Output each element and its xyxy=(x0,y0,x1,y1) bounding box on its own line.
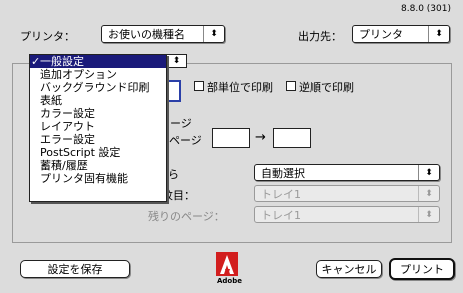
paper-source-label: ら xyxy=(168,168,179,181)
adobe-logo-text: Adobe xyxy=(217,277,242,285)
destination-popup[interactable]: プリンタ ⬍ xyxy=(352,25,450,43)
panel-popup-arrow[interactable]: ⬍ xyxy=(167,54,187,68)
cancel-button[interactable]: キャンセル xyxy=(316,260,382,278)
printer-popup[interactable]: お使いの機種名 ⬍ xyxy=(101,25,225,43)
menu-item-label: カラー設定 xyxy=(40,107,95,120)
menu-item-label: 追加オプション xyxy=(40,68,117,81)
page-from-field[interactable] xyxy=(212,128,250,148)
updown-arrows-icon: ⬍ xyxy=(418,165,439,180)
remaining-tray-popup[interactable]: トレイ1 ⬍ xyxy=(254,206,440,223)
menu-item[interactable]: PostScript 設定 xyxy=(30,146,166,159)
save-settings-button[interactable]: 設定を保存 xyxy=(20,260,130,278)
menu-item-label: バックグラウンド印刷 xyxy=(40,81,150,94)
menu-item[interactable]: 表紙 xyxy=(30,94,166,107)
updown-arrows-icon: ⬍ xyxy=(418,186,439,201)
updown-arrows-icon: ⬍ xyxy=(418,207,439,222)
menu-item-label: 蓄積/履歴 xyxy=(40,159,88,172)
panel-menu[interactable]: ✓ 一般設定 追加オプション バックグラウンド印刷 表紙 カラー設定 レイアウト エラー設定 P… xyxy=(29,54,167,202)
menu-item[interactable]: 追加オプション xyxy=(30,68,166,81)
pages-from-label: Eページ xyxy=(162,134,202,147)
remaining-pages-label: 残りのページ： xyxy=(148,210,225,223)
menu-item[interactable]: 蓄積/履歴 xyxy=(30,159,166,172)
menu-item-label: 表紙 xyxy=(40,94,62,107)
first-page-tray-popup[interactable]: トレイ1 ⬍ xyxy=(254,185,440,202)
first-page-tray-value: トレイ1 xyxy=(261,187,301,201)
print-button[interactable]: プリント xyxy=(389,258,455,280)
adobe-logo: Adobe xyxy=(216,252,242,286)
menu-item[interactable]: ✓ 一般設定 xyxy=(30,55,166,68)
reverse-label: 逆順で印刷 xyxy=(299,81,354,94)
menu-item-label: 一般設定 xyxy=(40,55,84,68)
destination-popup-value: プリンタ xyxy=(359,28,403,41)
menu-item[interactable]: レイアウト xyxy=(30,120,166,133)
paper-source-value: 自動選択 xyxy=(261,166,305,180)
menu-item[interactable]: カラー設定 xyxy=(30,107,166,120)
page-to-field[interactable] xyxy=(273,128,311,148)
checkmark-icon: ✓ xyxy=(31,55,41,68)
printer-label: プリンタ： xyxy=(20,30,75,43)
menu-item[interactable]: エラー設定 xyxy=(30,133,166,146)
menu-item[interactable]: バックグラウンド印刷 xyxy=(30,81,166,94)
collate-label: 部単位で印刷 xyxy=(207,81,273,94)
version-label: 8.8.0 (301) xyxy=(401,4,451,14)
destination-label: 出力先： xyxy=(298,30,342,43)
collate-checkbox[interactable] xyxy=(194,81,204,91)
updown-arrows-icon: ⬍ xyxy=(428,26,449,42)
printer-popup-value: お使いの機種名 xyxy=(108,28,185,41)
paper-source-popup[interactable]: 自動選択 ⬍ xyxy=(254,164,440,181)
menu-item[interactable]: プリンタ固有機能 xyxy=(30,172,166,185)
menu-item-label: PostScript 設定 xyxy=(40,146,121,159)
page-range-arrow: → xyxy=(255,130,266,145)
reverse-checkbox[interactable] xyxy=(286,81,296,91)
remaining-tray-value: トレイ1 xyxy=(261,208,301,222)
menu-item-label: レイアウト xyxy=(40,120,95,133)
pages-label: ージ xyxy=(170,117,192,130)
updown-arrows-icon: ⬍ xyxy=(203,26,224,42)
menu-item-label: プリンタ固有機能 xyxy=(40,172,128,185)
menu-item-label: エラー設定 xyxy=(40,133,95,146)
updown-arrows-icon: ⬍ xyxy=(172,56,181,66)
